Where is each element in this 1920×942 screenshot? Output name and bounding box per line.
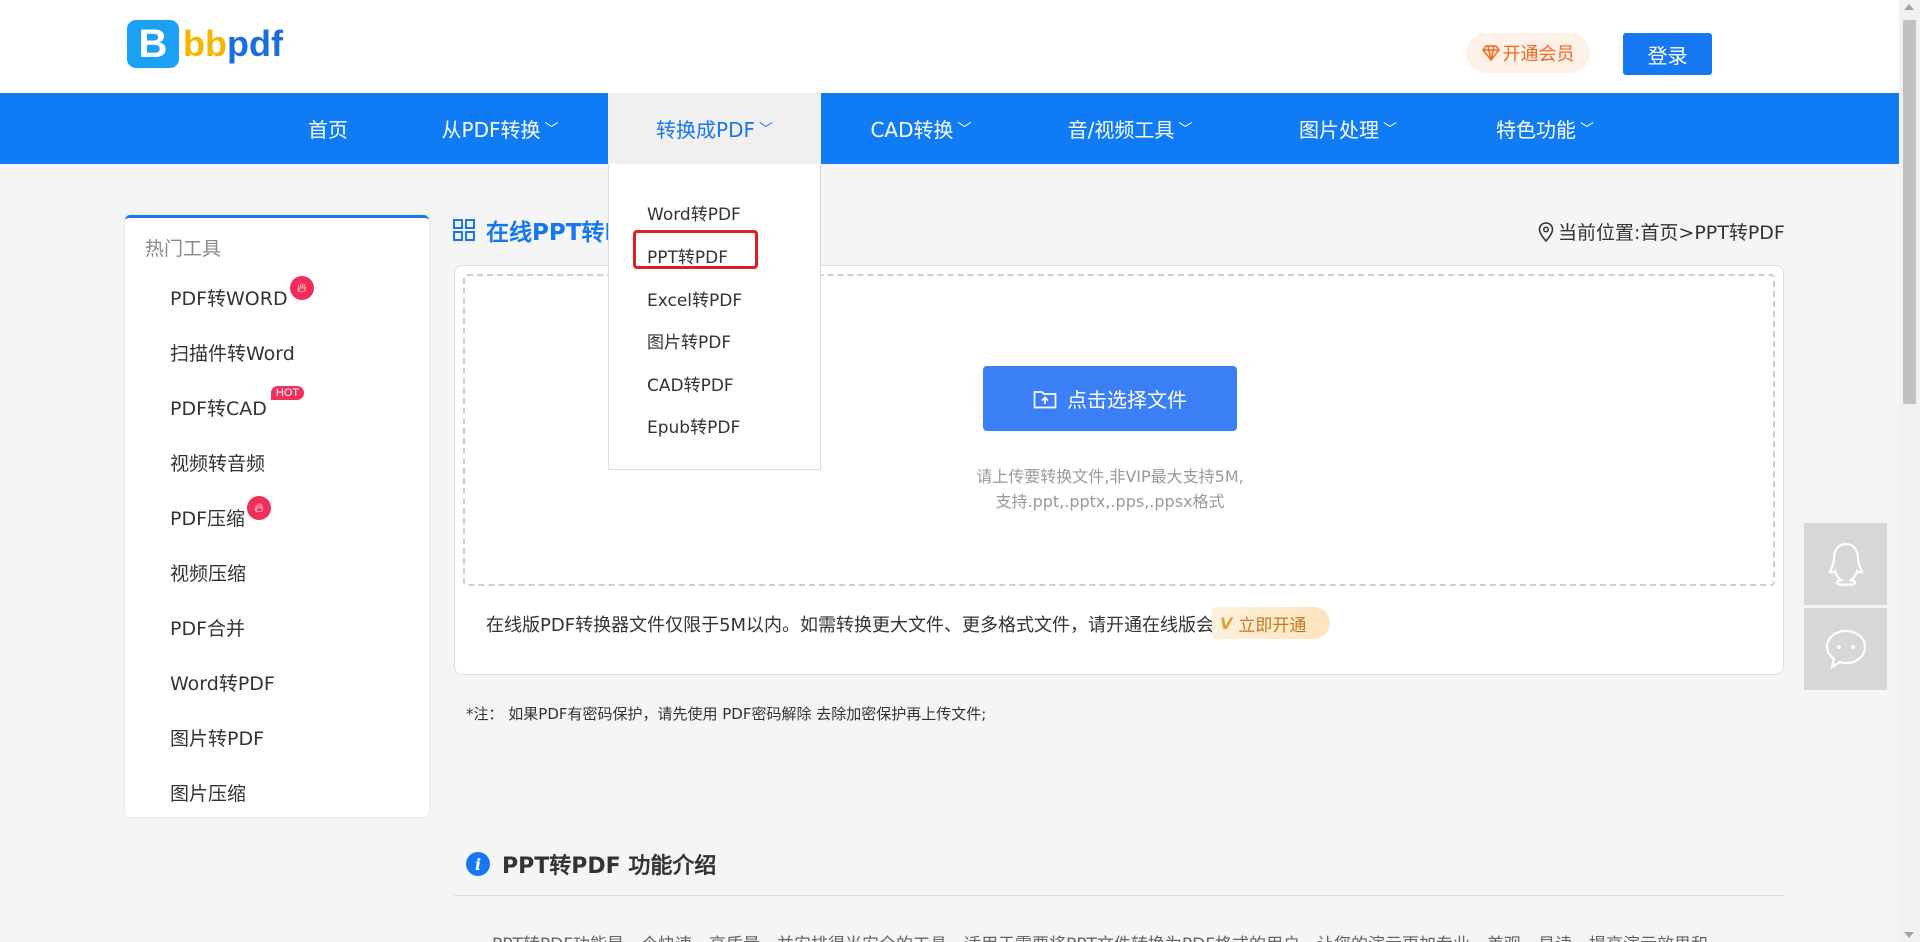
nav-item-from-pdf[interactable]: 从PDF转换 ﹀ (430, 93, 570, 164)
intro-paragraph: PPT转PDF功能是一个快速、高质量、并安排得当安全的工具，适用于需要将PPT文… (492, 930, 1762, 942)
sidebar-item-image-to-pdf[interactable]: 图片转PDF (170, 724, 264, 751)
menu-item-cad-to-pdf[interactable]: CAD转PDF (647, 371, 734, 396)
intro-heading: i PPT转PDF 功能介绍 (466, 848, 716, 880)
qq-icon (1828, 542, 1863, 586)
nav-item-av-tools[interactable]: 音/视频工具 ﹀ (1055, 93, 1205, 164)
hot-tools-sidebar: 热门工具 PDF转WORD 🔥︎ 扫描件转Word PDF转CAD HOT 视频转音… (125, 215, 429, 817)
sidebar-item-pdf-to-word[interactable]: PDF转WORD 🔥︎ (170, 276, 314, 311)
menu-item-ppt-to-pdf[interactable]: PPT转PDF (647, 243, 728, 268)
chat-bubble-icon (1825, 629, 1866, 670)
main-nav: 首页 从PDF转换 ﹀ 转换成PDF ﹀ CAD转换 ﹀ 音/视频工具 ﹀ 图片处理 ﹀ … (0, 93, 1899, 164)
location-pin-icon (1538, 221, 1554, 242)
logo-text: bbpdf (183, 23, 283, 64)
sidebar-item-scan-to-word[interactable]: 扫描件转Word (170, 339, 295, 366)
nav-item-home[interactable]: 首页 (290, 93, 366, 164)
scroll-up-arrow-icon[interactable] (1904, 4, 1914, 10)
chevron-down-icon: ﹀ (1580, 121, 1594, 138)
nav-item-features[interactable]: 特色功能 ﹀ (1480, 93, 1610, 164)
fire-icon: 🔥︎ (247, 496, 272, 520)
select-file-button[interactable]: 点击选择文件 (983, 366, 1237, 431)
logo-mark: B (127, 20, 179, 68)
menu-item-word-to-pdf[interactable]: Word转PDF (647, 200, 741, 225)
vip-icon: V (1220, 613, 1233, 633)
chevron-down-icon: ﹀ (957, 121, 972, 138)
hot-badge: HOT (270, 386, 305, 400)
nav-item-cad[interactable]: CAD转换 ﹀ (858, 93, 984, 164)
size-limit-text: 在线版PDF转换器文件仅限于5M以内。如需转换更大文件、更多格式文件，请开通在线… (486, 615, 1233, 636)
chevron-down-icon: ﹀ (1178, 121, 1193, 138)
login-button[interactable]: 登录 (1623, 33, 1712, 75)
nav-item-to-pdf[interactable]: 转换成PDF ﹀ (608, 93, 821, 164)
sidebar-item-word-to-pdf[interactable]: Word转PDF (170, 669, 275, 696)
grid-icon (453, 219, 475, 241)
menu-item-excel-to-pdf[interactable]: Excel转PDF (647, 286, 742, 311)
qq-contact-button[interactable] (1804, 523, 1887, 605)
sidebar-item-pdf-merge[interactable]: PDF合并 (170, 614, 245, 641)
sidebar-item-pdf-compress[interactable]: PDF压缩 🔥︎ (170, 496, 272, 531)
site-header: B bbpdf 开通会员 登录 (0, 0, 1899, 93)
nav-item-image[interactable]: 图片处理 ﹀ (1283, 93, 1413, 164)
breadcrumb: 当前位置:首页>PPT转PDF (1538, 218, 1785, 245)
chevron-down-icon: ﹀ (544, 121, 559, 138)
diamond-icon (1481, 45, 1500, 61)
sidebar-item-pdf-to-cad[interactable]: PDF转CAD HOT (170, 386, 305, 421)
upload-hint-line1: 请上传要转换文件,非VIP最大支持5M, (976, 467, 1244, 486)
menu-item-image-to-pdf[interactable]: 图片转PDF (647, 328, 731, 353)
scroll-thumb[interactable] (1903, 20, 1916, 404)
wechat-contact-button[interactable] (1804, 608, 1887, 690)
fire-icon: 🔥︎ (289, 276, 314, 300)
chevron-down-icon: ﹀ (1383, 121, 1397, 138)
open-membership-button[interactable]: V 立即开通 (1212, 607, 1330, 639)
sidebar-item-video-to-audio[interactable]: 视频转音频 (170, 449, 265, 476)
sidebar-title: 热门工具 (145, 238, 222, 260)
upload-hint-line2: 支持.ppt,.pptx,.pps,.ppsx格式 (995, 492, 1225, 511)
open-vip-button[interactable]: 开通会员 (1466, 33, 1590, 73)
scroll-down-arrow-icon[interactable] (1904, 932, 1914, 938)
divider (454, 895, 1784, 896)
sidebar-item-video-compress[interactable]: 视频压缩 (170, 559, 246, 586)
to-pdf-dropdown: Word转PDF PPT转PDF Excel转PDF 图片转PDF CAD转PD… (608, 164, 821, 470)
vip-label: 开通会员 (1502, 44, 1575, 65)
site-logo[interactable]: B bbpdf (127, 20, 283, 68)
page-scrollbar[interactable] (1899, 0, 1920, 942)
password-note: *注： 如果PDF有密码保护，请先使用 PDF密码解除 去除加密保护再上传文件; (466, 705, 987, 723)
chevron-down-icon: ﹀ (758, 121, 773, 138)
folder-upload-icon (1033, 390, 1057, 408)
info-icon: i (466, 852, 490, 876)
sidebar-item-image-compress[interactable]: 图片压缩 (170, 779, 246, 806)
menu-item-epub-to-pdf[interactable]: Epub转PDF (647, 413, 740, 438)
